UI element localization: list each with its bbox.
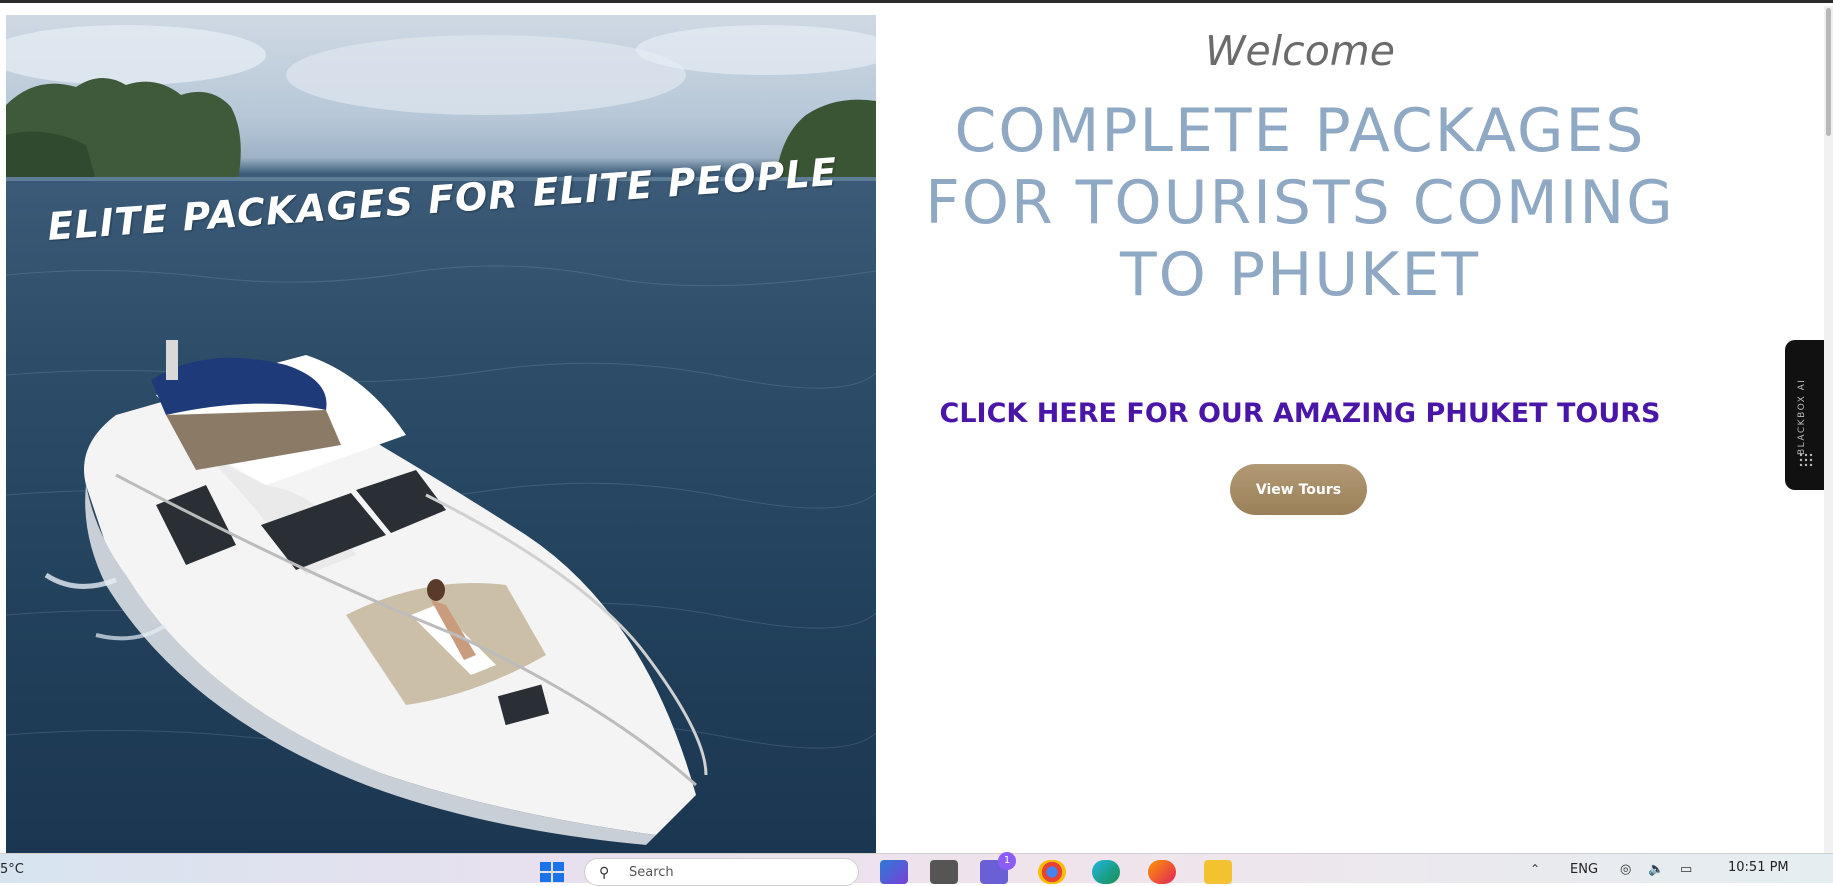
firefox-app-icon[interactable] — [1148, 860, 1176, 884]
chrome-app-icon[interactable] — [1038, 860, 1066, 884]
taskbar-search-box[interactable]: ⚲ Search — [584, 858, 859, 886]
search-placeholder: Search — [629, 865, 674, 880]
file-manager-app-icon[interactable] — [930, 860, 958, 884]
page-scrollbar[interactable] — [1824, 6, 1833, 856]
blackbox-logo-icon — [1799, 453, 1813, 467]
search-icon: ⚲ — [599, 865, 610, 881]
edge-app-icon[interactable] — [1092, 860, 1120, 884]
copilot-app-icon[interactable] — [880, 860, 908, 884]
windows-start-icon[interactable] — [538, 860, 566, 884]
teams-app-icon[interactable]: 1 — [980, 852, 1016, 884]
blackbox-ai-widget[interactable]: BLACKBOX AI — [1785, 340, 1825, 490]
chevron-up-icon[interactable]: ⌃ — [1530, 862, 1540, 876]
yacht-illustration — [6, 25, 876, 845]
taskbar: 5°C ⚲ Search 1 ⌃ ENG ◎ 🔈 ▭ 10:51 PM — [0, 852, 1833, 886]
weather-widget[interactable]: 5°C — [0, 862, 24, 877]
wifi-icon[interactable]: ◎ — [1620, 862, 1631, 877]
view-tours-button[interactable]: View Tours — [1230, 464, 1367, 515]
notification-badge: 1 — [998, 852, 1016, 870]
web-page: ELITE PACKAGES FOR ELITE PEOPLE Welcome … — [0, 3, 1833, 856]
volume-icon[interactable]: 🔈 — [1648, 862, 1664, 877]
welcome-heading: Welcome — [1205, 27, 1395, 75]
folder-app-icon[interactable] — [1204, 860, 1232, 884]
hero-yacht-image: ELITE PACKAGES FOR ELITE PEOPLE — [6, 15, 876, 853]
tours-link[interactable]: CLICK HERE FOR OUR AMAZING PHUKET TOURS — [880, 398, 1720, 429]
language-indicator[interactable]: ENG — [1570, 862, 1598, 877]
page-headline: COMPLETE PACKAGES FOR TOURISTS COMING TO… — [925, 96, 1675, 310]
blackbox-ai-label: BLACKBOX AI — [1797, 378, 1807, 455]
taskbar-clock[interactable]: 10:51 PM — [1728, 860, 1789, 875]
scrollbar-thumb[interactable] — [1826, 8, 1831, 136]
battery-icon[interactable]: ▭ — [1680, 862, 1692, 877]
